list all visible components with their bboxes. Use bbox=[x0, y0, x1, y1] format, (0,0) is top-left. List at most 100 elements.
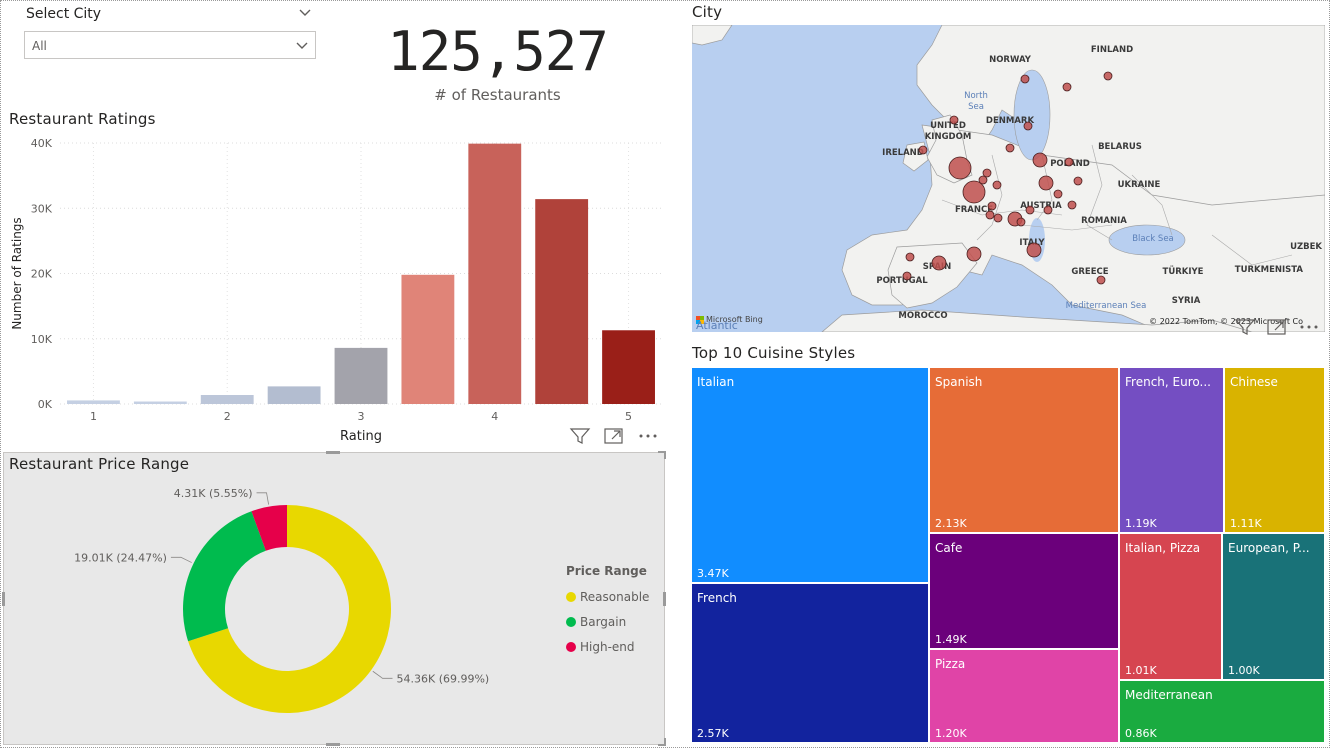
legend-dot-high-end bbox=[566, 641, 576, 652]
legend-item-reasonable[interactable]: Reasonable bbox=[566, 584, 649, 609]
map-label: NORWAY bbox=[989, 55, 1032, 65]
treemap-tile-value: 1.49K bbox=[935, 633, 967, 646]
card-value: 125,527 bbox=[387, 20, 609, 83]
y-tick-label: 40K bbox=[31, 137, 53, 150]
resize-handle-top-right[interactable] bbox=[658, 451, 666, 459]
more-options-icon[interactable] bbox=[637, 427, 659, 445]
x-tick-label: 5 bbox=[625, 410, 632, 423]
map-svg: FINLANDNORWAYNorthSeaUNITEDKINGDOMDENMAR… bbox=[692, 25, 1325, 332]
city-bubble-hamburg bbox=[1005, 143, 1015, 153]
city-bubble-madrid bbox=[931, 255, 947, 271]
bar-chart-title: Restaurant Ratings bbox=[9, 110, 156, 128]
map-label: UNITED bbox=[930, 121, 966, 131]
treemap-tile-italian[interactable]: Italian 3.47K bbox=[692, 368, 928, 582]
city-bubble-barcelona bbox=[966, 246, 982, 262]
resize-handle-bottom[interactable] bbox=[326, 743, 340, 746]
treemap-tile-cafe[interactable]: Cafe 1.49K bbox=[930, 534, 1118, 648]
city-bubble-london bbox=[948, 156, 972, 180]
map-label: GREECE bbox=[1071, 267, 1108, 277]
bar-rating-1 bbox=[67, 400, 120, 404]
donut-data-label: 54.36K (69.99%) bbox=[397, 672, 490, 685]
legend-item-bargain[interactable]: Bargain bbox=[566, 609, 649, 634]
map-label: UZBEK bbox=[1290, 242, 1322, 252]
restaurant-count-card[interactable]: 125,527 # of Restaurants bbox=[330, 20, 665, 110]
treemap-tile-value: 1.01K bbox=[1125, 664, 1157, 677]
treemap-tile-pizza[interactable]: Pizza 1.20K bbox=[930, 650, 1118, 742]
legend-label-bargain: Bargain bbox=[580, 614, 627, 629]
city-bubble-lyon bbox=[987, 201, 997, 211]
map-canvas[interactable]: FINLAND NORWAY North Sea UNITED KINGDOM DENMAR… bbox=[692, 25, 1325, 332]
city-bubble-krakow bbox=[1073, 176, 1083, 186]
city-bubble-budapest bbox=[1043, 205, 1053, 215]
card-label: # of Restaurants bbox=[434, 86, 561, 104]
y-tick-label: 20K bbox=[31, 268, 53, 281]
treemap-tile-label: Cafe bbox=[935, 541, 963, 555]
bar-chart-svg: 0K 10K 20K 30K 40K 1 2 3 4 5 Rating Number of Ratin… bbox=[10, 137, 662, 444]
slicer-title: Select City bbox=[26, 6, 102, 22]
city-bubble-porto bbox=[905, 252, 915, 262]
treemap-tile-value: 1.20K bbox=[935, 727, 967, 740]
ratings-bar-chart[interactable]: 0K 10K 20K 30K 40K 1 2 3 4 5 Rating Number of Ratin… bbox=[2, 105, 668, 450]
treemap-tile-value: 1.11K bbox=[1230, 517, 1262, 530]
donut-leader-line bbox=[256, 492, 270, 505]
y-tick-label: 0K bbox=[38, 398, 53, 411]
city-bubble-edinburgh bbox=[949, 115, 959, 125]
legend-title: Price Range bbox=[566, 564, 647, 578]
city-bubble-luxembourg bbox=[992, 180, 1002, 190]
map-label: BELARUS bbox=[1098, 142, 1142, 152]
visual-header-icons bbox=[569, 427, 659, 445]
treemap-tile-label: French bbox=[697, 591, 737, 605]
resize-handle-right[interactable] bbox=[663, 592, 666, 606]
resize-handle-left[interactable] bbox=[2, 592, 5, 606]
treemap-tile-french[interactable]: French 2.57K bbox=[692, 584, 928, 742]
legend-dot-reasonable bbox=[566, 591, 576, 602]
treemap-tile-label: Italian, Pizza bbox=[1125, 541, 1201, 555]
donut-chart-svg: 54.36K (69.99%) 19.01K (24.47%) 4.31K (5.5… bbox=[74, 487, 490, 713]
treemap-tile-label: Spanish bbox=[935, 375, 983, 389]
donut-chart-title: Restaurant Price Range bbox=[9, 455, 190, 473]
city-bubble-vienna bbox=[1053, 189, 1063, 199]
city-bubble-helsinki bbox=[1103, 71, 1113, 81]
city-bubble-zurich bbox=[993, 213, 1003, 223]
map-label: SYRIA bbox=[1172, 296, 1201, 306]
map-header-icons bbox=[1234, 318, 1320, 336]
map-label: Sea bbox=[968, 102, 984, 112]
treemap-tile-italian-pizza[interactable]: Italian, Pizza 1.01K bbox=[1120, 534, 1221, 679]
resize-handle-bottom-right[interactable] bbox=[658, 738, 666, 746]
more-options-icon[interactable] bbox=[1298, 318, 1320, 336]
treemap-tile-value: 1.00K bbox=[1228, 664, 1260, 677]
treemap-tile-value: 2.57K bbox=[697, 727, 729, 740]
collapse-chevron-icon[interactable] bbox=[298, 6, 312, 20]
city-map-visual[interactable]: City FINLAND NORWAY North Sea UNITED KIN… bbox=[690, 0, 1330, 342]
treemap-tile-label: Mediterranean bbox=[1125, 688, 1213, 702]
treemap-tile-mediterranean[interactable]: Mediterranean 0.86K bbox=[1120, 681, 1324, 742]
cuisine-treemap-visual[interactable]: Top 10 Cuisine Styles Italian 3.47K French… bbox=[690, 340, 1330, 748]
price-range-donut-chart[interactable]: 54.36K (69.99%) 19.01K (24.47%) 4.31K (5.5… bbox=[2, 451, 666, 746]
filter-icon[interactable] bbox=[569, 427, 591, 445]
x-tick-label: 1 bbox=[90, 410, 97, 423]
treemap-tile-chinese[interactable]: Chinese 1.11K bbox=[1225, 368, 1324, 532]
treemap-tile-label: Pizza bbox=[935, 657, 966, 671]
resize-handle-top[interactable] bbox=[326, 451, 340, 454]
baltic-sea bbox=[1013, 69, 1051, 161]
treemap-tile-value: 0.86K bbox=[1125, 727, 1157, 740]
legend-item-high-end[interactable]: High-end bbox=[566, 634, 649, 659]
city-bubble-stockholm bbox=[1062, 82, 1072, 92]
city-bubble-lisbon bbox=[902, 271, 912, 281]
chevron-down-icon[interactable] bbox=[295, 39, 309, 53]
map-label: UKRAINE bbox=[1118, 180, 1161, 190]
treemap-tile-label: French, Euro... bbox=[1125, 375, 1211, 389]
filter-icon[interactable] bbox=[1234, 318, 1256, 336]
map-label: MOROCCO bbox=[898, 311, 947, 321]
focus-mode-icon[interactable] bbox=[603, 427, 625, 445]
city-bubble-athens bbox=[1096, 275, 1106, 285]
focus-mode-icon[interactable] bbox=[1266, 318, 1288, 336]
treemap-tile-french-euro[interactable]: French, Euro... 1.19K bbox=[1120, 368, 1223, 532]
donut-leader-line bbox=[170, 556, 192, 563]
treemap-tile-spanish[interactable]: Spanish 2.13K bbox=[930, 368, 1118, 532]
city-bubble-geneva bbox=[985, 210, 995, 220]
city-slicer[interactable]: Select City All bbox=[22, 2, 318, 62]
treemap-tile-european-p[interactable]: European, P... 1.00K bbox=[1223, 534, 1324, 679]
map-label: ROMANIA bbox=[1081, 216, 1127, 226]
city-dropdown[interactable]: All bbox=[24, 31, 316, 59]
